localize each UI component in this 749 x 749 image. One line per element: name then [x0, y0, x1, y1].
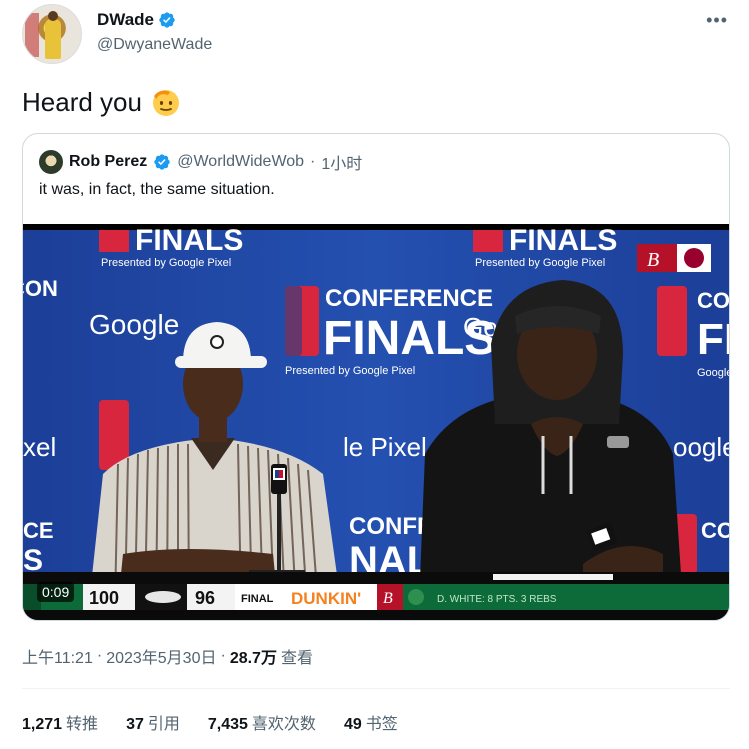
saluting-face-emoji-icon: [152, 90, 179, 116]
quoted-handle: @WorldWideWob: [177, 153, 305, 170]
divider: [22, 688, 730, 689]
view-label: 查看: [280, 650, 313, 667]
likes-label: 喜欢次数: [251, 716, 316, 733]
meta-separator-2: ·: [220, 647, 226, 664]
quoted-text: it was, in fact, the same situation.: [39, 181, 275, 198]
retweets-label: 转推: [66, 716, 99, 733]
backdrop-xel-fragment: xel: [23, 432, 56, 462]
backdrop-conference: CONFERENCE: [325, 285, 493, 312]
tweet-meta: 上午11:21 · 2023年5月30日 · 28.7万 查看: [22, 644, 313, 668]
bookmarks-label: 书签: [365, 716, 398, 733]
video-duration: 0:09: [37, 582, 75, 602]
video-player[interactable]: FINALS Presented by Google Pixel FINALS …: [23, 224, 729, 620]
quotes-stat[interactable]: 37 引用: [126, 710, 180, 734]
quotes-label: 引用: [147, 716, 180, 733]
likes-count: 7,435: [207, 716, 248, 733]
tweet-time[interactable]: 上午11:21: [22, 644, 93, 668]
quoted-header: Rob Perez @WorldWideWob · 1小时: [39, 150, 362, 174]
backdrop-presented-mid: Presented by Google Pixel: [285, 365, 415, 377]
tweet-date[interactable]: 2023年5月30日: [106, 644, 216, 668]
author-handle[interactable]: @DwyaneWade: [97, 36, 212, 54]
avatar-figure: [45, 11, 61, 59]
meta-separator-1: ·: [96, 647, 103, 664]
quoted-display-name: Rob Perez: [69, 153, 148, 170]
bookmarks-stat[interactable]: 49 书签: [344, 710, 398, 734]
backdrop-presented-right: Presented by Google Pixel: [475, 257, 605, 269]
quoted-verified-badge-icon: [154, 154, 170, 170]
quoted-tweet[interactable]: Rob Perez @WorldWideWob · 1小时 it was, in…: [22, 133, 730, 621]
sponsor-dunkin: DUNKIN': [291, 589, 361, 608]
backdrop-google-left: Google: [89, 309, 179, 340]
tweet-text: Heard you: [22, 86, 182, 118]
backdrop-finals-top-right: FINALS: [509, 224, 617, 257]
tweet-header: DWade @DwyaneWade •••: [22, 4, 732, 64]
ticker-text: D. WHITE: 8 PTS. 3 REBS: [437, 594, 557, 605]
author-display-name[interactable]: DWade: [97, 10, 154, 30]
quoted-separator: ·: [310, 153, 316, 170]
backdrop-google-far-right: Google: [697, 367, 729, 379]
svg-text:CE: CE: [23, 518, 54, 543]
svg-text:FI: FI: [697, 315, 729, 364]
tweet-body: Heard you: [22, 86, 142, 117]
backdrop-conf-fragment-right: CON: [697, 288, 729, 313]
author-avatar[interactable]: [22, 4, 82, 64]
video-frame: FINALS Presented by Google Pixel FINALS …: [23, 224, 729, 620]
backdrop-oogle-fragment: oogle: [673, 432, 729, 462]
view-count: 28.7万: [229, 650, 277, 667]
svg-text:B: B: [383, 590, 393, 607]
author-name-row[interactable]: DWade: [97, 10, 176, 30]
quoted-time: 1小时: [321, 156, 363, 173]
bookmarks-count: 49: [343, 716, 362, 733]
score-left: 100: [89, 588, 119, 608]
svg-text:CON: CON: [701, 518, 729, 543]
scoreboard: 100 96 FINAL DUNKIN' B D. WHITE: 8 PTS. …: [23, 584, 729, 610]
quotes-count: 37: [126, 716, 144, 733]
backdrop-pixel-fragment: le Pixel: [343, 432, 427, 462]
game-status: FINAL: [241, 593, 274, 605]
backdrop-conf-fragment-left: CON: [23, 276, 58, 301]
retweets-stat[interactable]: 1,271 转推: [22, 710, 98, 734]
avatar-backdrop: [25, 13, 39, 57]
verified-badge-icon: [159, 12, 175, 28]
more-options-icon[interactable]: •••: [706, 10, 728, 31]
score-right: 96: [195, 588, 215, 608]
backdrop-finals-top-left: FINALS: [135, 224, 243, 257]
likes-stat[interactable]: 7,435 喜欢次数: [208, 710, 316, 734]
backdrop-presented-left: Presented by Google Pixel: [101, 257, 231, 269]
engagement-stats: 1,271 转推 37 引用 7,435 喜欢次数 49 书签: [22, 710, 398, 734]
retweets-count: 1,271: [22, 716, 63, 733]
svg-text:B: B: [647, 249, 659, 271]
quoted-avatar: [39, 150, 63, 174]
